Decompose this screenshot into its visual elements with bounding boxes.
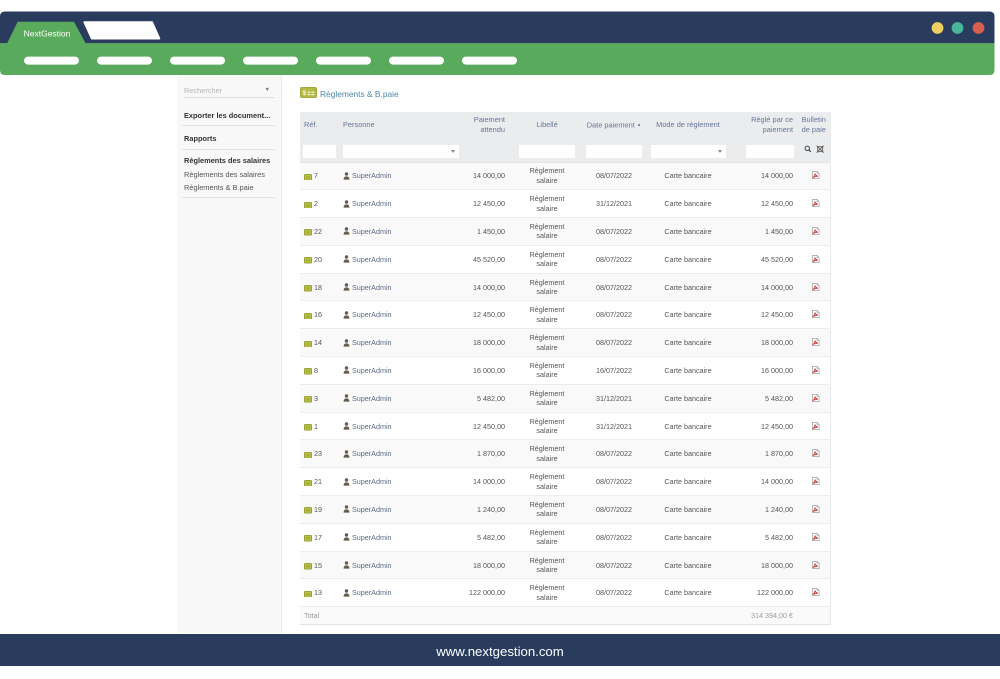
svg-text:$: $ bbox=[303, 90, 307, 97]
svg-text:NextGestion: NextGestion bbox=[24, 29, 71, 39]
